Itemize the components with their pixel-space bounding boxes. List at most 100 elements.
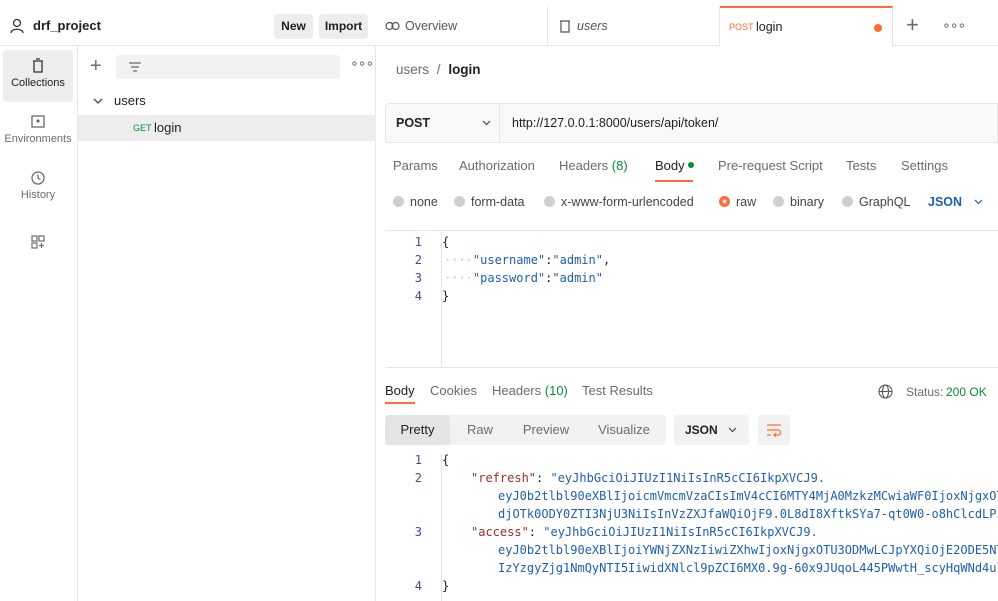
code-line: ····"username":"admin", (444, 253, 610, 267)
radio-raw[interactable]: raw (719, 195, 756, 209)
line-number: 4 (414, 289, 422, 303)
chevron-down-icon (974, 199, 982, 205)
url-bar: POST http://127.0.0.1:8000/users/api/tok… (385, 103, 998, 143)
tab-method: POST (729, 22, 754, 32)
tab-body[interactable]: Body (655, 158, 695, 173)
chevron-down-icon (482, 120, 491, 126)
chevron-down-icon[interactable] (93, 98, 103, 105)
method-value: POST (396, 116, 431, 130)
breadcrumb-parent[interactable]: users (396, 62, 429, 77)
breadcrumb-separator: / (436, 62, 441, 77)
radio-label: x-www-form-urlencoded (561, 195, 694, 209)
response-tab-body[interactable]: Body (385, 383, 415, 398)
radio-graphql[interactable]: GraphQL (842, 195, 910, 209)
view-visualize[interactable]: Visualize (582, 415, 666, 445)
json-value-continuation: IzYzgyZjg1NmQyNTI5IiwidXNlcl9pZCI6MX0.9g… (498, 561, 998, 575)
code-line: { (442, 453, 450, 467)
line-number: 3 (414, 525, 422, 539)
user-icon (10, 18, 24, 34)
history-icon (31, 171, 45, 185)
body-format-value: JSON (928, 195, 963, 209)
json-key: "refresh" (471, 471, 537, 485)
rail-history[interactable]: History (3, 162, 73, 214)
line-number: 2 (414, 253, 422, 267)
tab-overview[interactable]: Overview (376, 6, 548, 46)
code-line: "refresh": "eyJhbGciOiJIUzI1NiIsInR5cCI6… (471, 471, 825, 485)
tree-collection-users[interactable]: users (78, 88, 376, 114)
radio-dot (454, 196, 465, 207)
radio-none[interactable]: none (393, 195, 438, 209)
json-key: "username" (472, 253, 546, 267)
indent-dots: ···· (444, 253, 473, 267)
url-input[interactable]: http://127.0.0.1:8000/users/api/token/ (512, 104, 718, 142)
radio-label: binary (790, 195, 825, 209)
radio-urlencoded[interactable]: x-www-form-urlencoded (544, 195, 694, 209)
response-format-select[interactable]: JSON (674, 415, 749, 445)
rail-collections[interactable]: Collections (3, 50, 73, 102)
request-body-editor[interactable] (386, 230, 998, 368)
view-raw[interactable]: Raw (450, 415, 510, 445)
tab-label: users (577, 19, 608, 33)
radio-label: GraphQL (859, 195, 911, 209)
response-tab-headers[interactable]: Headers (10) (492, 383, 568, 398)
line-number: 2 (414, 471, 422, 485)
radio-binary[interactable]: binary (773, 195, 824, 209)
tab-label: Overview (405, 19, 458, 33)
tab-body-label: Body (655, 158, 685, 173)
tree-request-login[interactable]: GET login (78, 115, 376, 141)
breadcrumb: users / login (396, 62, 481, 77)
collection-name: users (114, 93, 146, 108)
response-tab-test-results[interactable]: Test Results (582, 383, 653, 398)
globe-icon[interactable] (878, 384, 893, 399)
view-preview[interactable]: Preview (510, 415, 582, 445)
radio-dot (773, 196, 784, 207)
headers-count: (8) (611, 158, 628, 173)
tab-authorization[interactable]: Authorization (459, 158, 535, 173)
radio-dot (393, 196, 404, 207)
radio-form-data[interactable]: form-data (454, 195, 525, 209)
breadcrumb-current: login (448, 62, 481, 77)
new-button[interactable]: New (274, 14, 313, 39)
view-pretty[interactable]: Pretty (385, 415, 450, 445)
json-value-continuation: eyJ0b2tlbl90eXBlIjoicmVmcmVzaCIsImV4cCI6… (498, 489, 998, 503)
json-value: "admin" (552, 253, 603, 267)
wrap-lines-button[interactable] (758, 415, 790, 445)
tabs-more-icon[interactable]: ∘∘∘ (942, 17, 966, 34)
tab-headers-label: Headers (559, 158, 609, 173)
add-collection-button[interactable]: + (90, 56, 102, 76)
json-key: "access" (471, 525, 529, 539)
new-tab-button[interactable]: + (906, 12, 919, 38)
body-format-select[interactable]: JSON (928, 195, 983, 209)
overview-icon (385, 21, 400, 31)
filter-icon (129, 62, 141, 72)
rail-label: Collections (11, 77, 65, 89)
tab-users[interactable]: users (548, 6, 720, 46)
import-button[interactable]: Import (319, 14, 368, 39)
response-tab-headers-label: Headers (492, 383, 542, 398)
line-number: 3 (414, 271, 422, 285)
radio-label: raw (736, 195, 757, 209)
body-indicator-dot (688, 162, 695, 168)
tab-pre-request-script[interactable]: Pre-request Script (718, 158, 823, 173)
rail-environments[interactable]: Environments (3, 106, 73, 158)
workspace-name[interactable]: drf_project (33, 18, 101, 33)
tab-bar: Overview users POST login + ∘∘∘ (376, 6, 998, 46)
filter-input[interactable] (116, 55, 340, 79)
method-select[interactable]: POST (386, 104, 500, 142)
tab-label: login (756, 20, 783, 34)
json-value: "admin" (552, 271, 603, 285)
tab-headers[interactable]: Headers (8) (559, 158, 628, 173)
tab-settings[interactable]: Settings (901, 158, 948, 173)
trash-can-icon (33, 58, 43, 73)
tab-tests[interactable]: Tests (846, 158, 876, 173)
radio-dot (544, 196, 555, 207)
sidebar-more-icon[interactable]: ∘∘∘ (350, 55, 374, 72)
response-tab-cookies[interactable]: Cookies (430, 383, 477, 398)
tab-login[interactable]: POST login (720, 6, 893, 46)
radio-dot-selected (719, 196, 730, 207)
tab-params[interactable]: Params (393, 158, 438, 173)
collection-icon (560, 20, 570, 33)
apps-icon (31, 235, 45, 249)
rail-apps[interactable] (3, 222, 73, 252)
status-value[interactable]: 200 OK (946, 385, 987, 399)
